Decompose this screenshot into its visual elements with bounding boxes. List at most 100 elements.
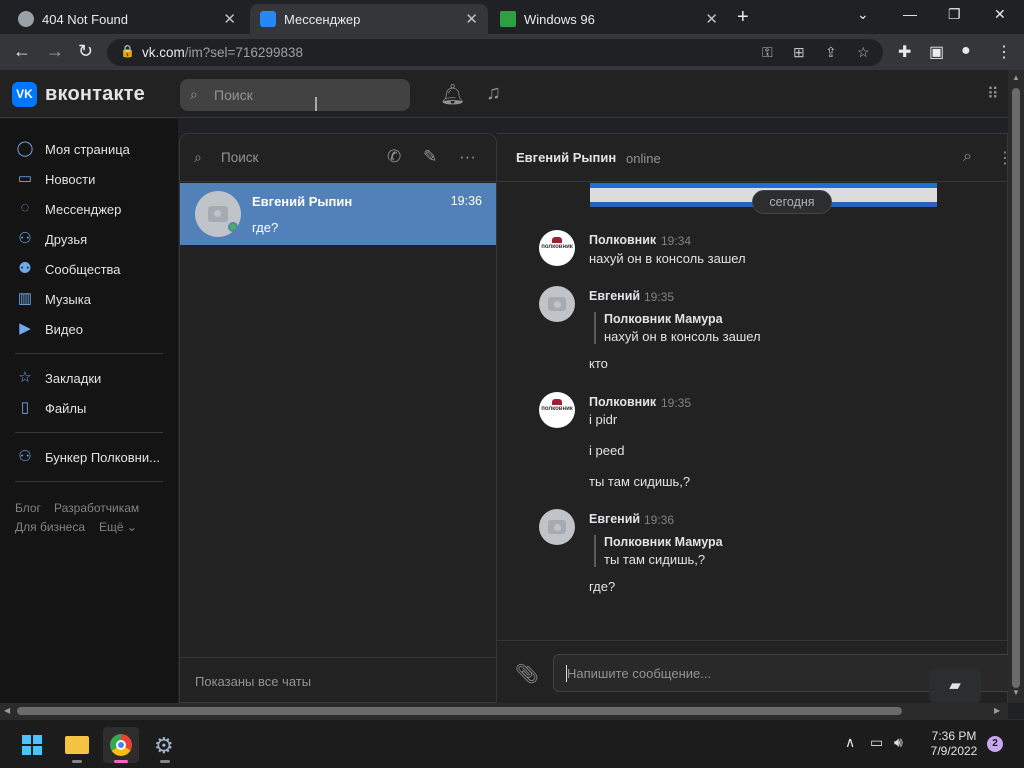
vk-messenger-icon [260, 11, 276, 27]
volume-icon[interactable]: 🔊︎ [894, 734, 903, 751]
windows96-icon [500, 11, 516, 27]
tab-search-icon[interactable]: ⌄ [857, 6, 869, 23]
footer-more-link[interactable]: Ещё ⌄ [99, 520, 137, 534]
nav-my-page[interactable]: ◯ Моя страница [15, 139, 130, 159]
lock-icon[interactable]: 🔒 [120, 44, 135, 58]
share-icon[interactable]: ⇪ [825, 44, 837, 61]
close-tab-icon[interactable]: ✕ [705, 10, 718, 28]
message-author[interactable]: Полковник [589, 233, 656, 247]
group-icon: ⚇ [18, 448, 32, 465]
message-text: i pidr [589, 412, 618, 427]
url-text[interactable]: vk.com/im?sel=716299838 [142, 45, 303, 60]
online-indicator [228, 222, 238, 232]
music-icon: ▥ [17, 290, 33, 307]
nav-music[interactable]: ▥ Музыка [15, 289, 91, 309]
scroll-left-arrow-icon[interactable]: ◀ [4, 706, 10, 715]
new-call-icon[interactable]: ✆ [387, 147, 401, 167]
minimize-icon[interactable]: — [903, 6, 917, 22]
conversation-name[interactable]: Евгений Рыпин [516, 150, 616, 165]
vk-logo-icon[interactable]: VK [12, 82, 37, 107]
bookmark-star-icon[interactable]: ☆ [857, 44, 870, 61]
notification-badge[interactable]: 2 [987, 736, 1003, 752]
message-text: i peed [589, 443, 625, 458]
horizontal-scrollbar[interactable]: ◀ ▶ [0, 703, 1008, 719]
star-icon: ☆ [18, 369, 32, 386]
date-divider: сегодня [752, 190, 832, 214]
search-icon: ⌕ [190, 86, 198, 102]
taskbar-clock[interactable]: 7:36 PM 7/9/2022 [925, 729, 983, 759]
vertical-scrollbar[interactable]: ▲ ▼ [1008, 70, 1024, 703]
message-time: 19:35 [661, 396, 692, 410]
taskbar-settings[interactable]: ⚙ [147, 727, 183, 763]
close-tab-icon[interactable]: ✕ [465, 10, 478, 28]
avatar[interactable]: полковник [539, 392, 575, 428]
close-tab-icon[interactable]: ✕ [223, 10, 236, 28]
profile-icon[interactable]: ● [961, 42, 971, 60]
nav-label: Новости [45, 171, 96, 187]
scroll-down-arrow-icon[interactable]: ▼ [1012, 688, 1020, 697]
nav-files[interactable]: ▯ Файлы [15, 398, 86, 418]
scroll-right-arrow-icon[interactable]: ▶ [994, 706, 1000, 715]
avatar[interactable]: полковник [539, 230, 575, 266]
message-text: ты там сидишь,? [589, 474, 691, 489]
vk-brand[interactable]: вконтакте [45, 83, 145, 106]
message-author[interactable]: Евгений [589, 512, 640, 526]
key-icon[interactable]: ⚿ [762, 44, 773, 61]
start-button[interactable] [14, 727, 50, 763]
notifications-bell-icon[interactable]: 🔔︎ [440, 82, 465, 107]
restore-icon[interactable]: ❐ [948, 6, 961, 23]
footer-business-link[interactable]: Для бизнеса [15, 520, 85, 534]
nav-video[interactable]: ▶ Видео [15, 319, 83, 339]
taskbar-file-explorer[interactable] [59, 727, 95, 763]
close-window-icon[interactable]: ✕ [994, 6, 1006, 23]
message-author[interactable]: Евгений [589, 289, 640, 303]
taskbar-chrome[interactable] [103, 727, 139, 763]
nav-communities[interactable]: ⚉ Сообщества [15, 259, 120, 279]
tab-messenger[interactable]: Мессенджер ✕ [250, 4, 488, 34]
browser-tab-strip: 404 Not Found ✕ Мессенджер ✕ Windows 96 … [0, 0, 1024, 34]
back-icon[interactable]: ← [13, 41, 31, 62]
avatar[interactable] [539, 509, 575, 545]
tab-windows-96[interactable]: Windows 96 ✕ [490, 4, 728, 34]
vk-search-input[interactable]: ⌕ Поиск [180, 79, 410, 111]
footer-developers-link[interactable]: Разработчикам [54, 501, 139, 515]
chat-search-input[interactable]: Поиск [221, 150, 258, 165]
attach-paperclip-icon[interactable]: 📎︎ [515, 662, 539, 686]
scroll-up-arrow-icon[interactable]: ▲ [1012, 73, 1020, 82]
music-player-icon[interactable]: ♫ [486, 82, 501, 105]
menu-icon[interactable]: ⋮ [996, 42, 1012, 62]
more-options-icon[interactable]: ··· [459, 147, 476, 167]
network-icon[interactable]: ▭ [870, 734, 883, 751]
quoted-message[interactable]: Полковник Мамура ты там сидишь,? [594, 535, 723, 567]
compose-icon[interactable]: ✎ [423, 147, 437, 167]
side-panel-icon[interactable]: ▣ [929, 42, 944, 62]
tab-404-not-found[interactable]: 404 Not Found ✕ [8, 4, 246, 34]
settings-gear-icon: ⚙ [154, 733, 174, 758]
polkovnik-logo: полковник [539, 244, 575, 250]
nav-messenger[interactable]: ◌ Мессенджер [15, 199, 122, 219]
nav-friends[interactable]: ⚇ Друзья [15, 229, 87, 249]
message-time: 19:36 [644, 513, 675, 527]
forward-icon[interactable]: → [46, 41, 64, 62]
scroll-thumb[interactable] [1012, 88, 1020, 688]
apps-grid-icon[interactable]: ⠿ [987, 84, 999, 104]
show-hidden-icons-chevron-icon[interactable]: ∧ [845, 734, 855, 751]
search-icon[interactable]: ⌕ [963, 148, 972, 166]
new-tab-button[interactable]: + [737, 6, 749, 29]
extensions-icon[interactable]: ✚ [898, 42, 911, 62]
chat-bubble-icon[interactable]: ▰ [929, 668, 981, 704]
message-author[interactable]: Полковник [589, 395, 656, 409]
tab-title: Windows 96 [524, 11, 595, 27]
address-bar[interactable]: 🔒 vk.com/im?sel=716299838 ⚿ ⊞ ⇪ ☆ [107, 39, 883, 66]
scroll-thumb[interactable] [17, 707, 902, 715]
footer-blog-link[interactable]: Блог [15, 501, 41, 515]
chat-item[interactable]: Евгений Рыпин 19:36 где? [180, 183, 496, 245]
reload-icon[interactable]: ↻ [78, 41, 93, 62]
nav-news[interactable]: ▭ Новости [15, 169, 95, 189]
nav-label: Закладки [45, 370, 102, 386]
nav-bunker-group[interactable]: ⚇ Бункер Полковни... [15, 447, 160, 467]
translate-icon[interactable]: ⊞ [793, 44, 805, 61]
quoted-message[interactable]: Полковник Мамура нахуй он в консоль заше… [594, 312, 761, 344]
avatar[interactable] [539, 286, 575, 322]
nav-bookmarks[interactable]: ☆ Закладки [15, 368, 101, 388]
